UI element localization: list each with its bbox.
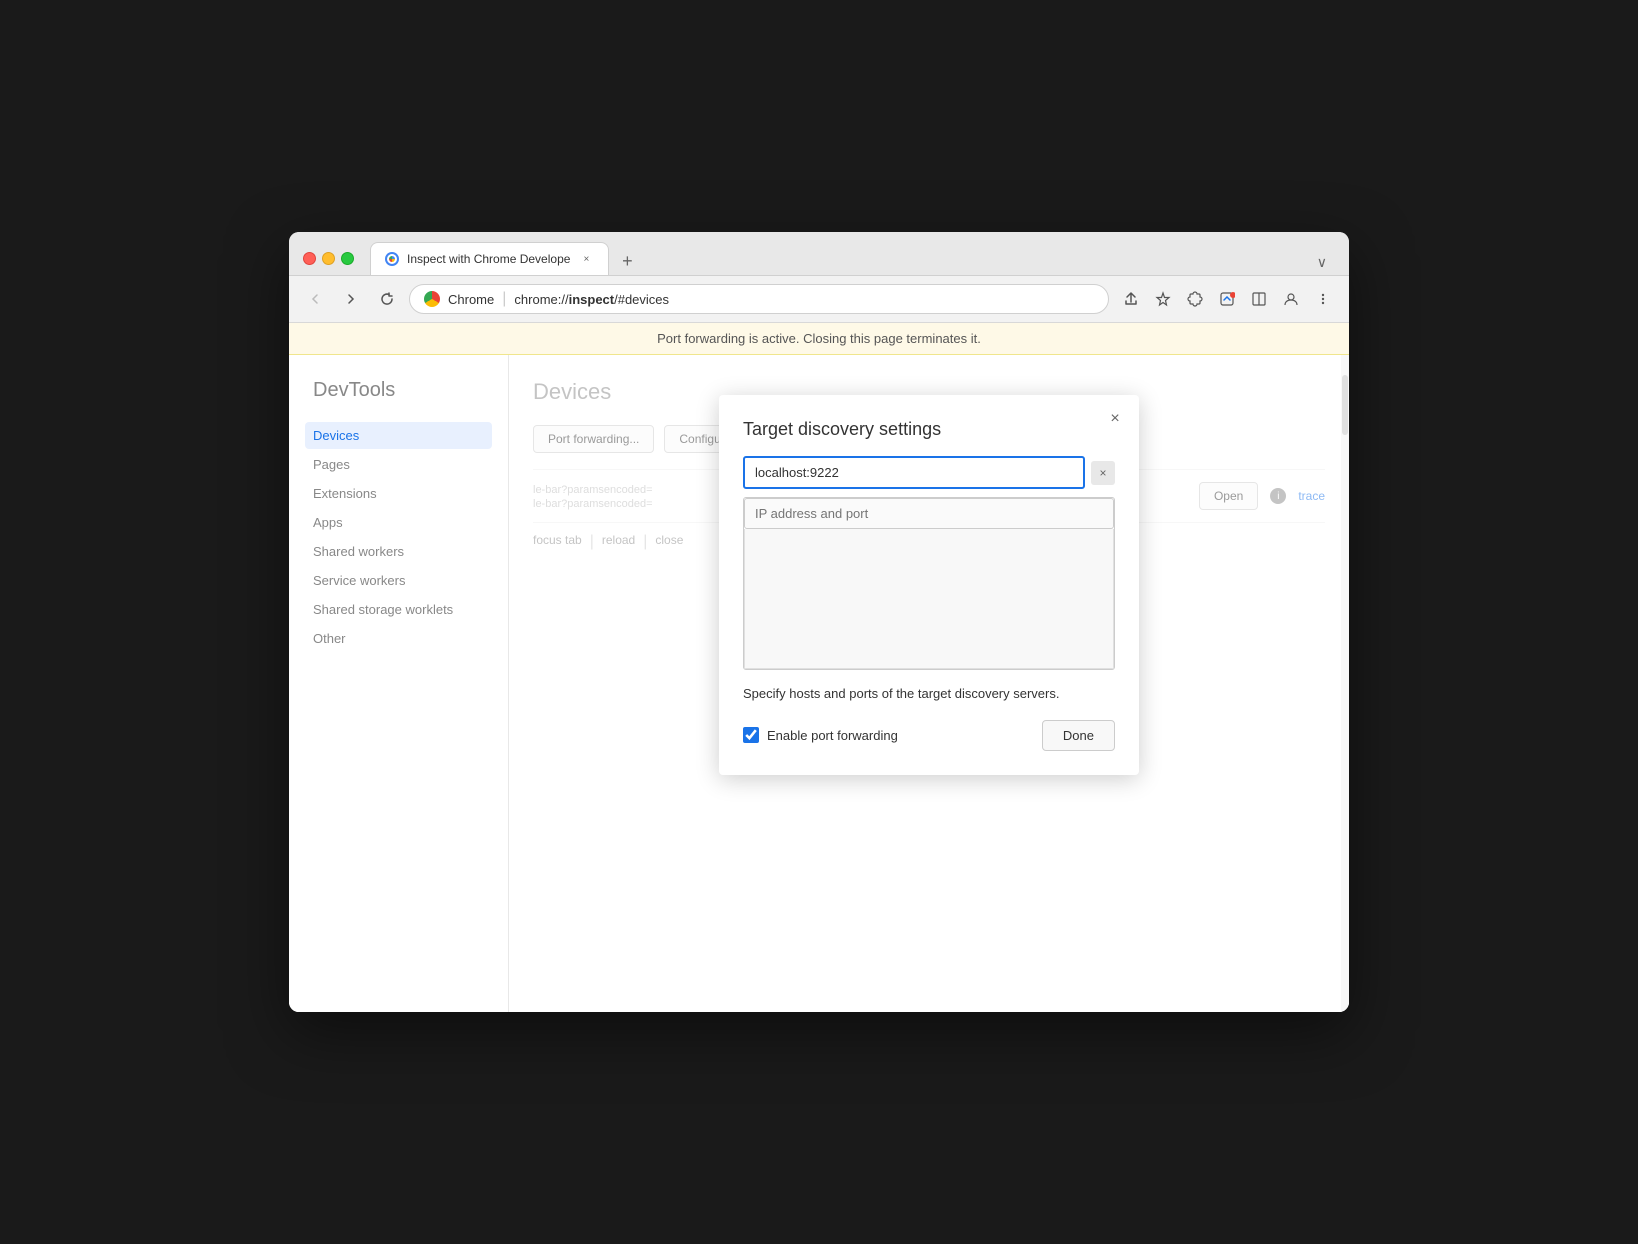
page-content: DevTools Devices Pages Extensions Apps S… <box>289 355 1349 1012</box>
profile-button[interactable] <box>1277 285 1305 313</box>
address-bar[interactable]: Chrome | chrome://inspect/#devices <box>409 284 1109 314</box>
sidebar-item-shared-storage-worklets[interactable]: Shared storage worklets <box>305 596 492 623</box>
site-icon <box>424 291 440 307</box>
menu-button[interactable] <box>1309 285 1337 313</box>
done-button[interactable]: Done <box>1042 720 1115 751</box>
browser-window: Inspect with Chrome Develope × + ∨ <box>289 232 1349 1012</box>
host-clear-button[interactable]: × <box>1091 461 1115 485</box>
ip-address-input[interactable] <box>744 498 1114 529</box>
sidebar: DevTools Devices Pages Extensions Apps S… <box>289 355 509 1012</box>
sidebar-item-other[interactable]: Other <box>305 625 492 652</box>
address-bold: inspect <box>569 292 615 307</box>
modal-title: Target discovery settings <box>743 419 1115 440</box>
sidebar-item-extensions[interactable]: Extensions <box>305 480 492 507</box>
sidebar-toggle-button[interactable] <box>1245 285 1273 313</box>
share-button[interactable] <box>1117 285 1145 313</box>
devtools-title: DevTools <box>305 379 492 402</box>
title-bar: Inspect with Chrome Develope × + ∨ <box>289 232 1349 276</box>
tab-favicon <box>385 252 399 266</box>
address-url: chrome://inspect/#devices <box>514 292 1094 307</box>
sidebar-item-apps[interactable]: Apps <box>305 509 492 536</box>
tab-overflow-button[interactable]: ∨ <box>1309 250 1335 275</box>
main-content: Devices Port forwarding... Configure... … <box>509 355 1349 1012</box>
address-divider: | <box>502 290 506 308</box>
enable-port-forwarding-label[interactable]: Enable port forwarding <box>743 727 898 743</box>
info-bar: Port forwarding is active. Closing this … <box>289 323 1349 355</box>
minimize-window-button[interactable] <box>322 252 335 265</box>
extensions-button[interactable] <box>1181 285 1209 313</box>
devtools-indicator[interactable] <box>1213 285 1241 313</box>
new-tab-button[interactable]: + <box>613 247 641 275</box>
host-input-row: × <box>743 456 1115 489</box>
additional-hosts-area[interactable] <box>744 529 1114 669</box>
modal-close-button[interactable]: × <box>1103 407 1127 431</box>
tab-title: Inspect with Chrome Develope <box>407 252 570 266</box>
address-scheme: Chrome <box>448 292 494 307</box>
maximize-window-button[interactable] <box>341 252 354 265</box>
enable-port-forwarding-text: Enable port forwarding <box>767 728 898 743</box>
sidebar-item-service-workers[interactable]: Service workers <box>305 567 492 594</box>
tab-bar: Inspect with Chrome Develope × + ∨ <box>370 242 1335 275</box>
nav-bar: Chrome | chrome://inspect/#devices <box>289 276 1349 323</box>
back-button[interactable] <box>301 285 329 313</box>
modal-overlay: Target discovery settings × × Specify ho… <box>509 355 1349 1012</box>
sidebar-item-pages[interactable]: Pages <box>305 451 492 478</box>
active-tab[interactable]: Inspect with Chrome Develope × <box>370 242 609 275</box>
bookmark-button[interactable] <box>1149 285 1177 313</box>
forward-button[interactable] <box>337 285 365 313</box>
enable-port-forwarding-checkbox[interactable] <box>743 727 759 743</box>
sidebar-item-shared-workers[interactable]: Shared workers <box>305 538 492 565</box>
traffic-lights <box>303 252 354 265</box>
tab-close-button[interactable]: × <box>578 251 594 267</box>
host-input[interactable] <box>743 456 1085 489</box>
description-text: Specify hosts and ports of the target di… <box>743 684 1115 704</box>
close-window-button[interactable] <box>303 252 316 265</box>
modal-footer: Enable port forwarding Done <box>743 720 1115 751</box>
reload-button[interactable] <box>373 285 401 313</box>
nav-actions <box>1117 285 1337 313</box>
target-discovery-modal: Target discovery settings × × Specify ho… <box>719 395 1139 775</box>
sidebar-item-devices[interactable]: Devices <box>305 422 492 449</box>
info-bar-message: Port forwarding is active. Closing this … <box>657 331 981 346</box>
